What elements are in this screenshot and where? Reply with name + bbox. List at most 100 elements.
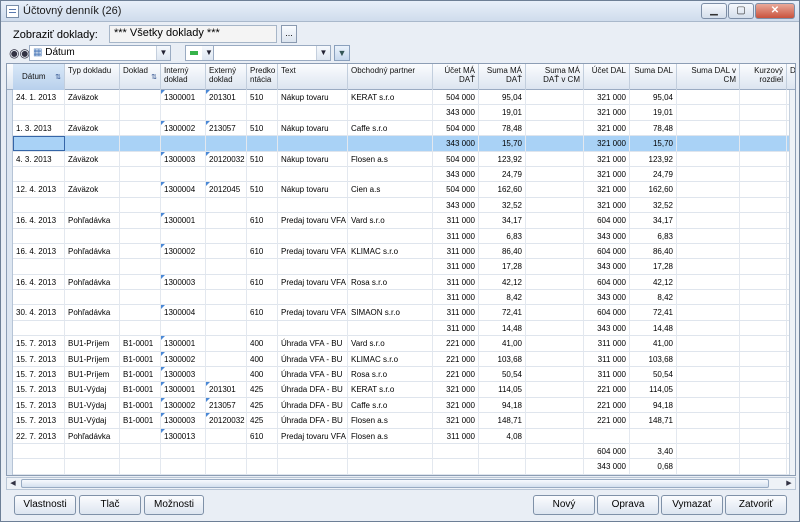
cell-suma_md_cm[interactable] (526, 305, 584, 321)
funnel-icon[interactable]: ▼ (334, 45, 350, 61)
cell-doklad[interactable] (120, 290, 161, 306)
cell-interny[interactable] (161, 459, 206, 475)
cell-suma_md_cm[interactable] (526, 182, 584, 198)
edit-button[interactable]: Oprava (597, 495, 659, 515)
cell-suma_d_cm[interactable]: 105,20 CZK (677, 474, 740, 475)
cell-suma_d[interactable]: 78,48 (630, 120, 677, 136)
cell-partner[interactable] (348, 290, 433, 306)
cell-suma_d_cm[interactable] (677, 351, 740, 367)
cell-suma_md[interactable]: 32,52 (479, 197, 526, 213)
cell-text[interactable]: Predaj tovaru VFA (278, 305, 348, 321)
cell-suma_d_cm[interactable] (677, 428, 740, 444)
cell-text[interactable] (278, 459, 348, 475)
cell-partner[interactable]: KLIMAC s.r.o (348, 243, 433, 259)
cell-externy[interactable]: 20120032 (206, 151, 247, 167)
cell-datum[interactable] (13, 228, 65, 244)
cell-suma_md[interactable]: 24,79 (479, 166, 526, 182)
cell-suma_d[interactable]: 34,17 (630, 213, 677, 229)
cell-text[interactable]: Nákup tovaru (278, 120, 348, 136)
cell-suma_d_cm[interactable] (677, 397, 740, 413)
cell-suma_d_cm[interactable] (677, 305, 740, 321)
cell-text[interactable]: Nákup tovaru (278, 182, 348, 198)
cell-datum[interactable]: 16. 4. 2013 (13, 243, 65, 259)
cell-partner[interactable]: Vard s.r.o (348, 213, 433, 229)
scroll-left-icon[interactable]: ◀ (7, 478, 19, 489)
cell-externy[interactable]: 201301 (206, 382, 247, 398)
cell-typ[interactable] (65, 259, 120, 275)
column-header-ucet_md[interactable]: Účet MÁ DAŤ (433, 64, 479, 90)
table-row[interactable]: 12. 4. 2013 Záväzok 1300004 2012045 510 Nákup… (13, 182, 791, 198)
cell-doklad[interactable] (120, 259, 161, 275)
cell-ucet_d[interactable]: 221 000 (584, 474, 630, 475)
cell-interny[interactable]: 1300013 (161, 474, 206, 475)
cell-suma_d[interactable]: 72,41 (630, 305, 677, 321)
cell-text[interactable] (278, 290, 348, 306)
cell-suma_md_cm[interactable] (526, 351, 584, 367)
cell-partner[interactable]: Flosen a.s (348, 413, 433, 429)
cell-doklad[interactable] (120, 459, 161, 475)
cell-suma_md[interactable]: 78,48 (479, 120, 526, 136)
cell-text[interactable]: Úhrada DFA - BU (278, 382, 348, 398)
column-header-interny[interactable]: Interný doklad (161, 64, 206, 90)
cell-suma_md_cm[interactable] (526, 243, 584, 259)
cell-suma_md[interactable]: 72,41 (479, 305, 526, 321)
cell-externy[interactable] (206, 166, 247, 182)
cell-suma_d_cm[interactable] (677, 274, 740, 290)
cell-suma_d_cm[interactable] (677, 413, 740, 429)
cell-externy[interactable]: 213057 (206, 120, 247, 136)
cell-predk[interactable]: 400 (247, 367, 278, 383)
cell-externy[interactable] (206, 290, 247, 306)
options-button[interactable]: Možnosti (144, 495, 204, 515)
cell-datum[interactable] (13, 136, 65, 152)
cell-partner[interactable] (348, 320, 433, 336)
table-row[interactable]: 343 000 24,79 321 000 24,79 (13, 166, 791, 183)
table-row[interactable]: 15. 7. 2013 BU1-Výdaj B1-0001 1300001 201301… (13, 382, 791, 398)
column-header-partner[interactable]: Obchodný partner (348, 64, 433, 90)
cell-ucet_md[interactable] (433, 443, 479, 459)
cell-suma_d_cm[interactable] (677, 459, 740, 475)
table-row[interactable]: 15. 7. 2013 BU1-Príjem B1-0001 1300002 400 Úh… (13, 351, 791, 368)
cell-typ[interactable]: BU1-Výdaj (65, 397, 120, 413)
cell-interny[interactable]: 1300002 (161, 397, 206, 413)
cell-interny[interactable]: 1300002 (161, 120, 206, 136)
cell-doklad[interactable] (120, 197, 161, 213)
table-row[interactable]: 343 000 32,52 321 000 32,52 (13, 197, 791, 214)
cell-suma_d_cm[interactable] (677, 259, 740, 275)
cell-kurz[interactable] (740, 351, 787, 367)
scroll-right-icon[interactable]: ▶ (783, 478, 795, 489)
cell-suma_md[interactable]: 8,42 (479, 290, 526, 306)
cell-externy[interactable] (206, 213, 247, 229)
cell-suma_md_cm[interactable]: 105,20 CZK (526, 474, 584, 475)
cell-externy[interactable] (206, 367, 247, 383)
cell-ucet_d[interactable] (584, 428, 630, 444)
cell-suma_md_cm[interactable] (526, 382, 584, 398)
column-header-suma_d_cm[interactable]: Suma DAL v CM (677, 64, 740, 90)
cell-datum[interactable]: 24. 1. 2013 (13, 90, 65, 105)
cell-ucet_md[interactable]: 321 000 (433, 382, 479, 398)
table-row[interactable]: 1. 3. 2013 Záväzok 1300002 213057 510 Nákup t… (13, 120, 791, 137)
cell-suma_md[interactable]: 123,92 (479, 151, 526, 167)
cell-ucet_d[interactable]: 604 000 (584, 305, 630, 321)
cell-text[interactable]: Predaj tovaru VFA (278, 274, 348, 290)
cell-ucet_md[interactable]: 311 000 (433, 305, 479, 321)
print-button[interactable]: Tlač (79, 495, 141, 515)
maximize-button[interactable]: ▢ (728, 3, 754, 19)
cell-suma_d_cm[interactable] (677, 213, 740, 229)
cell-ucet_md[interactable]: 311 000 (433, 428, 479, 444)
cell-doklad[interactable]: B1-0001 (120, 474, 161, 475)
cell-datum[interactable]: 15. 7. 2013 (13, 336, 65, 352)
cell-predk[interactable]: 510 (247, 182, 278, 198)
cell-externy[interactable]: 20120032 (206, 413, 247, 429)
cell-doklad[interactable]: B1-0001 (120, 413, 161, 429)
cell-suma_d[interactable] (630, 428, 677, 444)
cell-text[interactable]: Nákup tovaru (278, 151, 348, 167)
document-filter-field[interactable]: *** Všetky doklady *** (109, 25, 277, 43)
cell-suma_md[interactable]: 50,54 (479, 367, 526, 383)
cell-partner[interactable]: Caffe s.r.o (348, 120, 433, 136)
cell-suma_md[interactable]: 6,83 (479, 228, 526, 244)
cell-externy[interactable]: 213057 (206, 397, 247, 413)
cell-predk[interactable]: 510 (247, 151, 278, 167)
cell-externy[interactable] (206, 274, 247, 290)
table-row[interactable]: 5. 8. 2013BU1-VýdajB1-00011300013 425Úhra… (13, 474, 791, 475)
table-row[interactable]: 16. 4. 2013 Pohľadávka 1300002 610 Predaj to… (13, 243, 791, 260)
